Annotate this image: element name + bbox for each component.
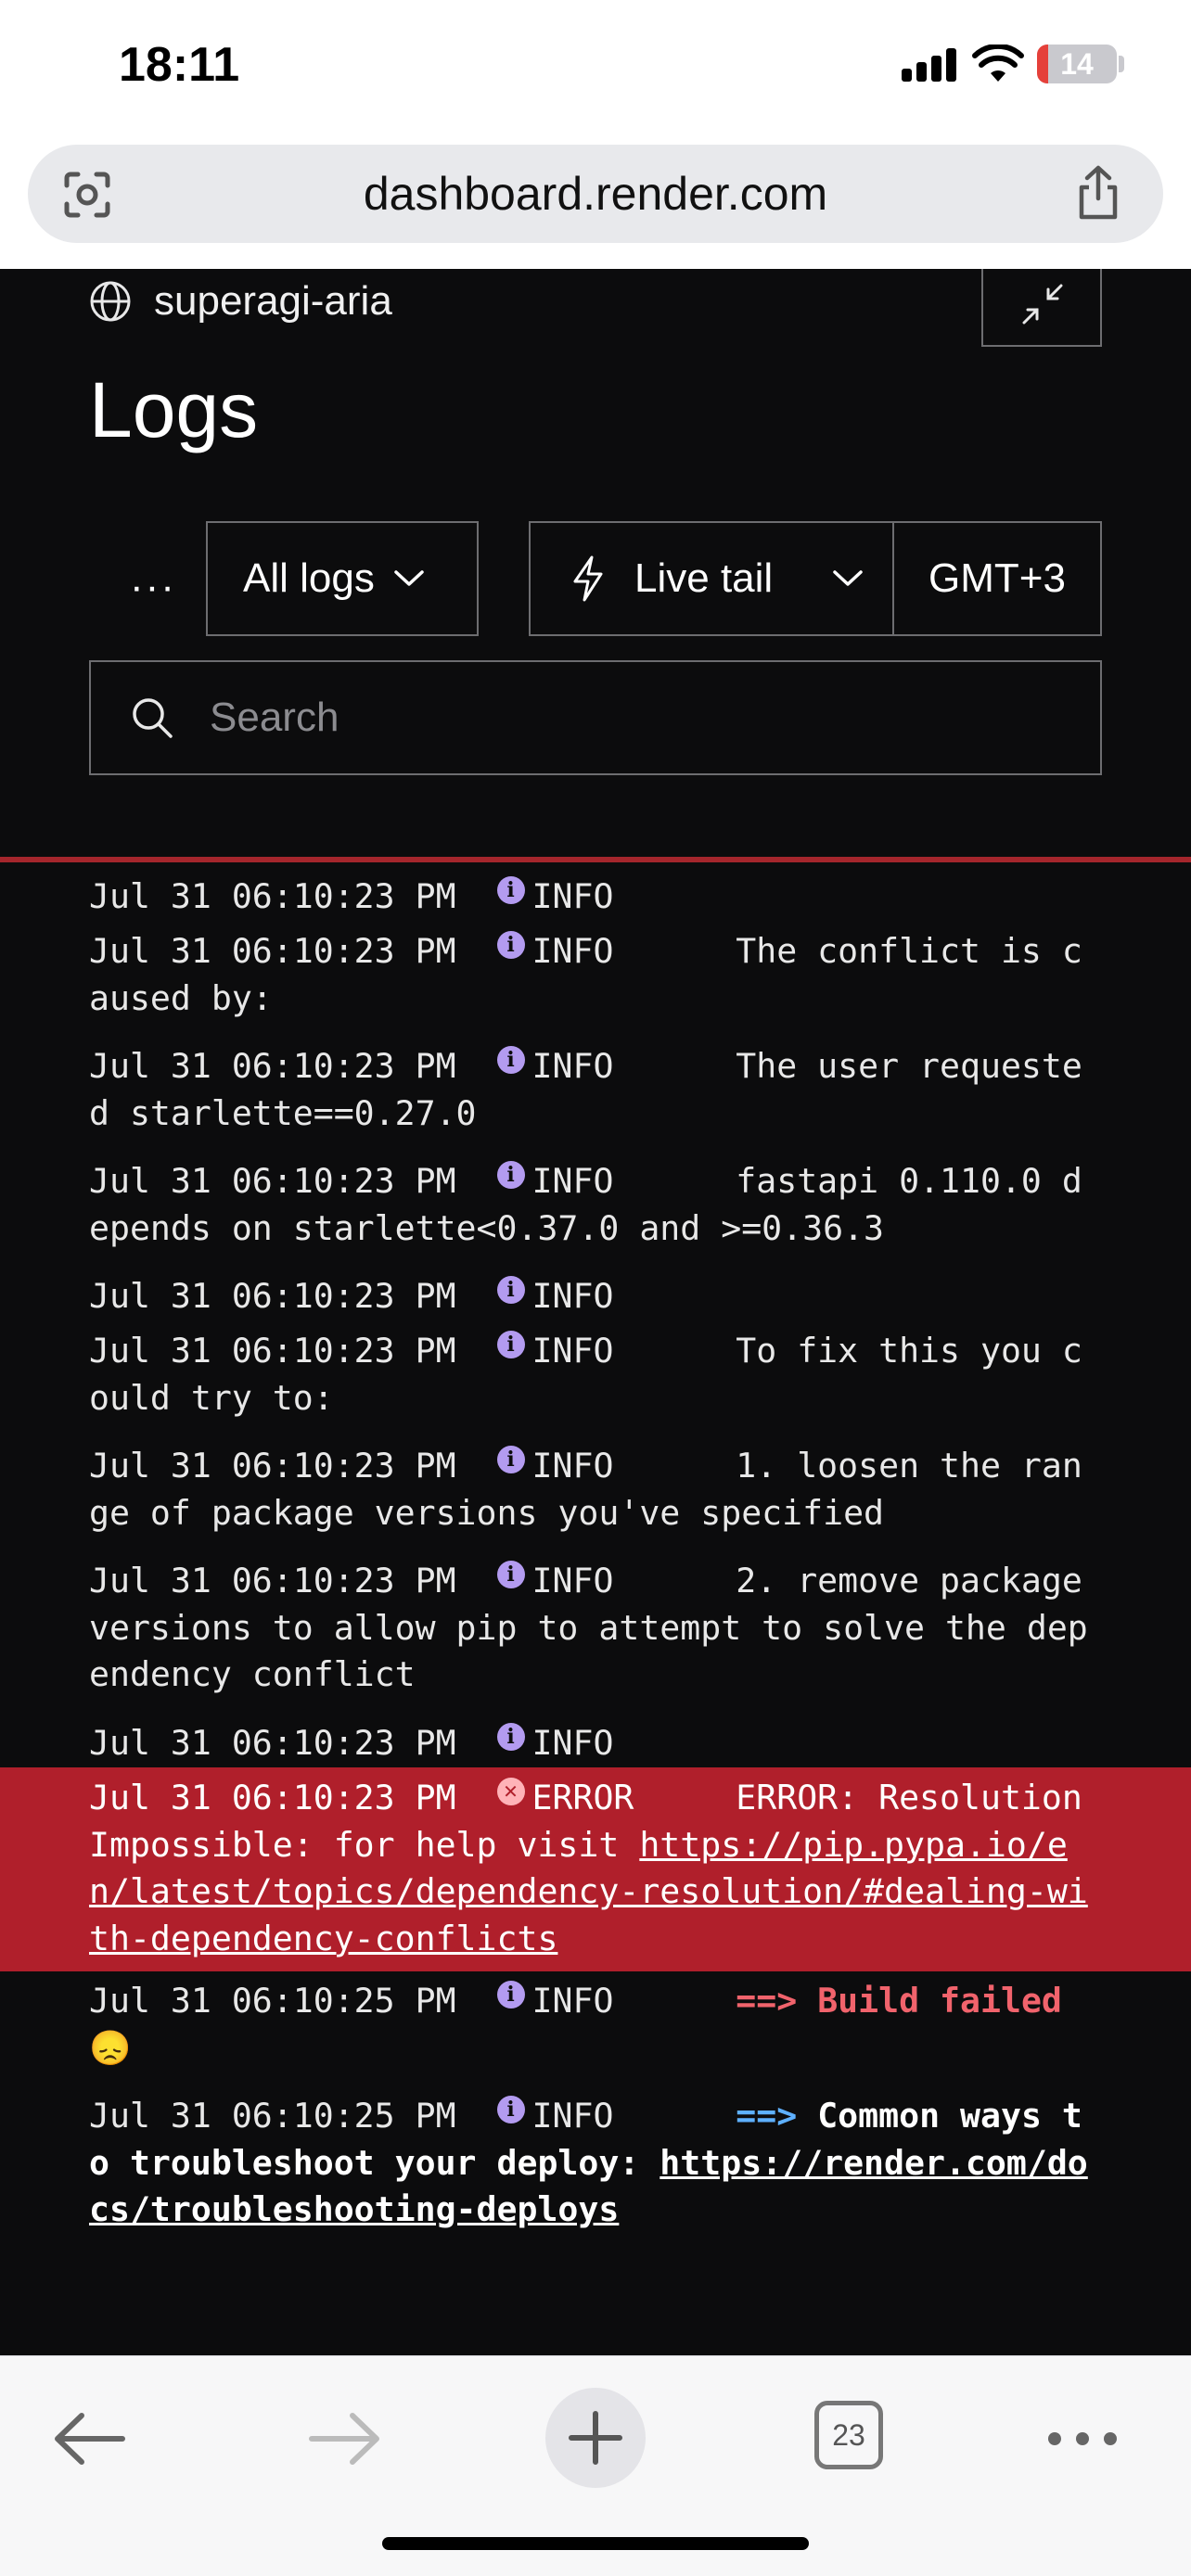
log-level: INFO bbox=[531, 1446, 614, 1486]
log-entry[interactable]: Jul 31 06:10:23 PM INFO bbox=[0, 1720, 1191, 1767]
info-icon bbox=[496, 1161, 525, 1189]
log-entry[interactable]: Jul 31 06:10:23 PM INFO 2. remove packag… bbox=[0, 1558, 1191, 1699]
log-entry[interactable]: Jul 31 06:10:23 PM INFO 1. loosen the ra… bbox=[0, 1443, 1191, 1537]
info-icon bbox=[496, 1561, 525, 1588]
log-timestamp: Jul 31 06:10:23 PM bbox=[89, 1723, 456, 1763]
log-entry[interactable]: Jul 31 06:10:23 PM INFO The conflict is … bbox=[0, 928, 1191, 1022]
status-bar: 18:11 14 bbox=[0, 0, 1191, 137]
render-dashboard: superagi-aria Logs ··· All logs Live tai… bbox=[0, 269, 1191, 2355]
log-timestamp: Jul 31 06:10:23 PM bbox=[89, 1276, 456, 1316]
log-entry[interactable]: Jul 31 06:10:23 PM INFO fastapi 0.110.0 … bbox=[0, 1158, 1191, 1252]
search-field[interactable] bbox=[89, 660, 1102, 775]
cellular-signal-icon bbox=[902, 48, 957, 82]
info-icon bbox=[496, 1046, 525, 1074]
battery-level: 14 bbox=[1060, 47, 1094, 81]
search-input[interactable] bbox=[210, 695, 1044, 741]
log-level: INFO bbox=[531, 1723, 614, 1763]
status-time: 18:11 bbox=[119, 38, 240, 92]
info-icon bbox=[496, 1276, 525, 1304]
info-icon bbox=[496, 1331, 525, 1358]
more-menu-icon[interactable] bbox=[1031, 2388, 1133, 2490]
log-timestamp: Jul 31 06:10:23 PM bbox=[89, 1161, 456, 1201]
log-timestamp: Jul 31 06:10:23 PM bbox=[89, 1778, 456, 1817]
battery-icon: 14 bbox=[1037, 45, 1117, 83]
wifi-icon bbox=[972, 45, 1024, 82]
log-timestamp: Jul 31 06:10:25 PM bbox=[89, 2096, 456, 2136]
log-arrow: ==> bbox=[736, 2096, 798, 2136]
info-icon bbox=[496, 876, 525, 904]
log-arrow: ==> bbox=[736, 1981, 798, 2021]
error-divider bbox=[0, 857, 1191, 862]
log-entry-error[interactable]: Jul 31 06:10:23 PM ERROR ERROR: Resoluti… bbox=[0, 1767, 1191, 1971]
live-tail-dropdown[interactable]: Live tail bbox=[531, 523, 894, 634]
log-entry[interactable]: Jul 31 06:10:23 PM INFO To fix this you … bbox=[0, 1328, 1191, 1422]
log-filter-dropdown[interactable]: All logs bbox=[206, 521, 479, 636]
log-entry[interactable]: Jul 31 06:10:25 PM INFO ==> Build failed… bbox=[0, 1978, 1191, 2072]
service-name[interactable]: superagi-aria bbox=[154, 278, 392, 325]
info-icon bbox=[496, 1723, 525, 1751]
log-timestamp: Jul 31 06:10:23 PM bbox=[89, 1046, 456, 1086]
log-level: INFO bbox=[531, 1981, 614, 2021]
live-tail-group: Live tail GMT+3 bbox=[529, 521, 1102, 636]
search-icon bbox=[133, 698, 173, 738]
new-tab-button[interactable] bbox=[545, 2388, 646, 2488]
url-text[interactable]: dashboard.render.com bbox=[28, 145, 1163, 243]
info-icon bbox=[496, 1981, 525, 2009]
timezone-button[interactable]: GMT+3 bbox=[894, 523, 1100, 634]
log-level: INFO bbox=[531, 1331, 614, 1371]
back-arrow-icon[interactable] bbox=[39, 2388, 141, 2490]
collapse-button[interactable] bbox=[981, 269, 1102, 347]
info-icon bbox=[496, 2096, 525, 2123]
log-timestamp: Jul 31 06:10:25 PM bbox=[89, 1981, 456, 2021]
log-level: INFO bbox=[531, 2096, 614, 2136]
log-timestamp: Jul 31 06:10:23 PM bbox=[89, 1446, 456, 1486]
log-entry[interactable]: Jul 31 06:10:23 PM INFO The user request… bbox=[0, 1043, 1191, 1137]
error-icon bbox=[496, 1778, 525, 1805]
more-options-button[interactable]: ··· bbox=[130, 564, 176, 610]
page-title: Logs bbox=[89, 366, 259, 453]
sad-face-icon: 😞 bbox=[89, 2027, 132, 2068]
log-level: INFO bbox=[531, 1276, 614, 1316]
log-level: ERROR bbox=[531, 1778, 634, 1817]
address-bar[interactable]: dashboard.render.com bbox=[28, 145, 1163, 243]
log-level: INFO bbox=[531, 876, 614, 916]
collapse-icon bbox=[1022, 284, 1063, 325]
home-indicator bbox=[382, 2537, 809, 2550]
log-timestamp: Jul 31 06:10:23 PM bbox=[89, 1561, 456, 1600]
log-filter-label: All logs bbox=[243, 555, 375, 601]
service-breadcrumb[interactable]: superagi-aria bbox=[89, 278, 392, 325]
share-icon[interactable] bbox=[1072, 165, 1124, 221]
log-message: Build failed bbox=[817, 1981, 1062, 2021]
live-tail-label: Live tail bbox=[634, 555, 774, 601]
lightning-icon bbox=[573, 555, 603, 602]
log-level: INFO bbox=[531, 931, 614, 971]
chevron-down-icon bbox=[394, 570, 424, 586]
globe-icon bbox=[90, 281, 131, 322]
log-entry[interactable]: Jul 31 06:10:25 PM INFO ==> Common ways … bbox=[0, 2093, 1191, 2234]
log-entry[interactable]: Jul 31 06:10:23 PM INFO bbox=[0, 874, 1191, 921]
log-entry[interactable]: Jul 31 06:10:23 PM INFO bbox=[0, 1273, 1191, 1320]
tabs-button[interactable]: 23 bbox=[814, 2401, 883, 2469]
plus-icon bbox=[569, 2411, 622, 2465]
log-level: INFO bbox=[531, 1161, 614, 1201]
log-timestamp: Jul 31 06:10:23 PM bbox=[89, 876, 456, 916]
forward-arrow-icon[interactable] bbox=[293, 2388, 395, 2490]
log-timestamp: Jul 31 06:10:23 PM bbox=[89, 931, 456, 971]
log-level: INFO bbox=[531, 1046, 614, 1086]
log-timestamp: Jul 31 06:10:23 PM bbox=[89, 1331, 456, 1371]
log-level: INFO bbox=[531, 1561, 614, 1600]
info-icon bbox=[496, 931, 525, 959]
chevron-down-icon bbox=[833, 570, 863, 586]
info-icon bbox=[496, 1446, 525, 1473]
